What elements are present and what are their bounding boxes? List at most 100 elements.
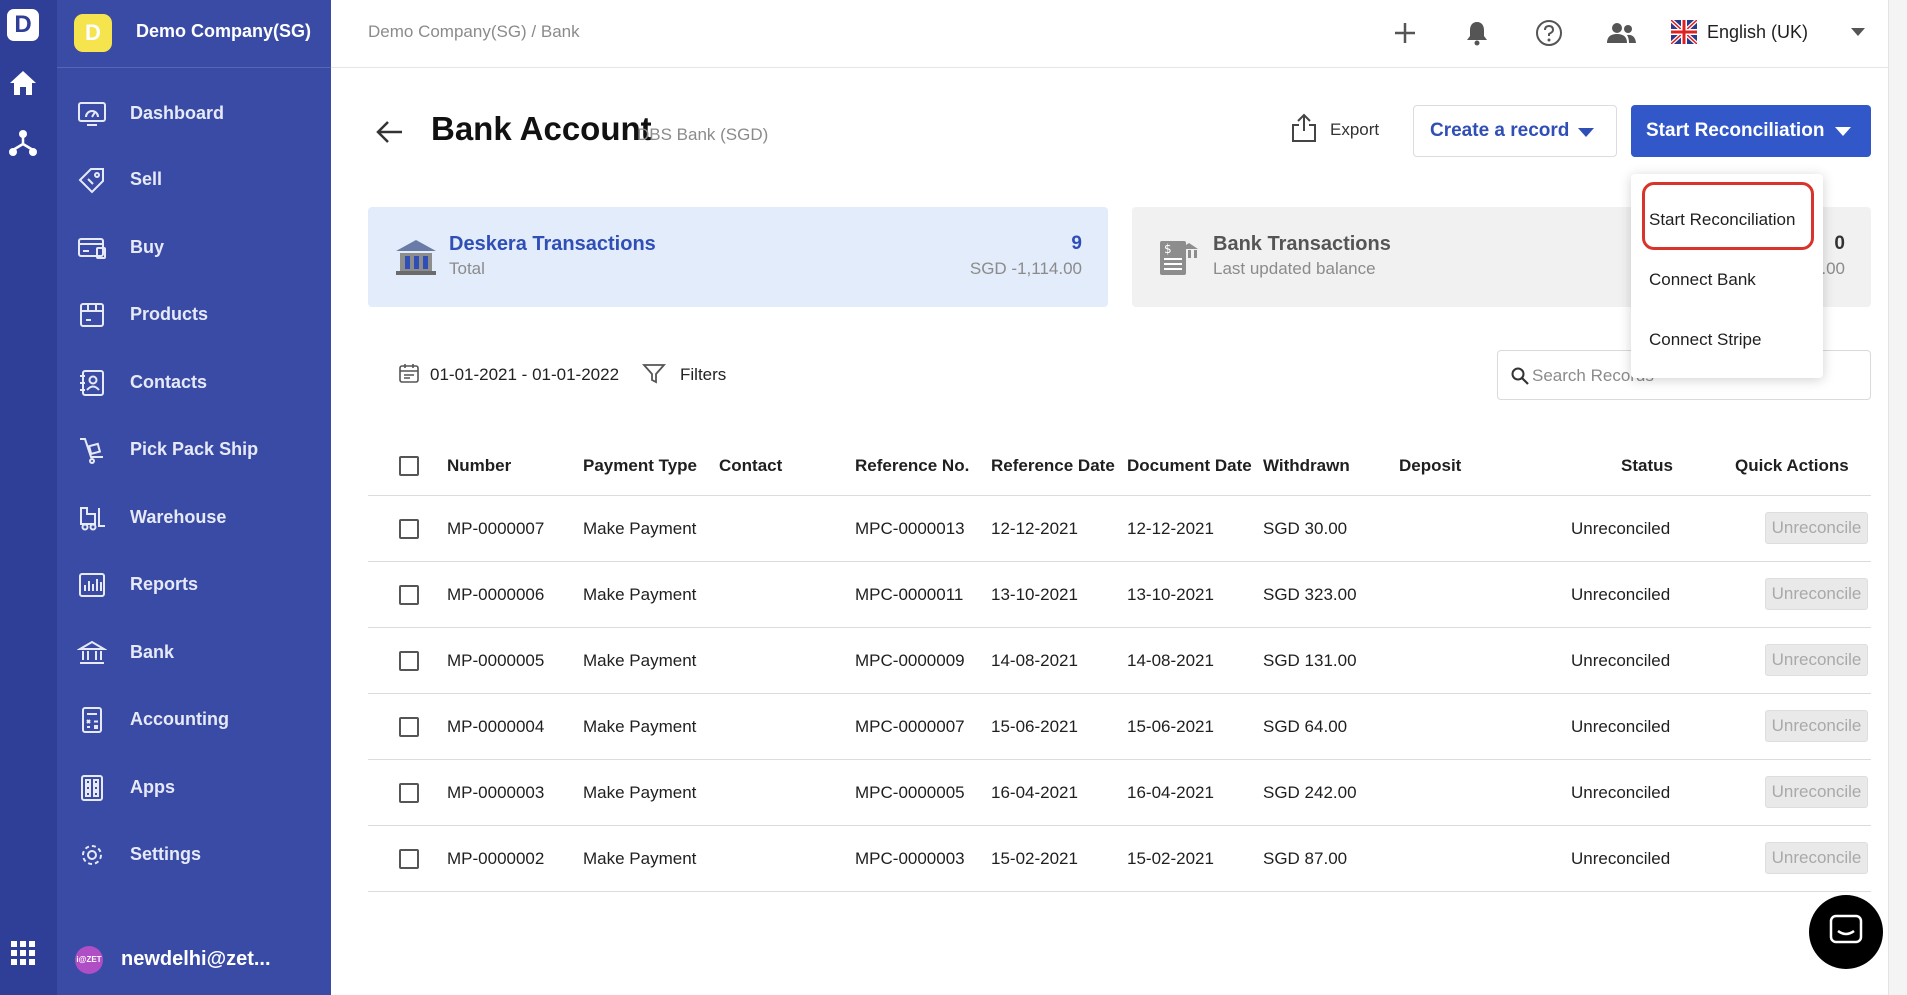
company-switcher[interactable]: D Demo Company(SG) <box>57 0 331 68</box>
unreconcile-button[interactable]: Unreconcile <box>1765 512 1868 544</box>
menu-item-connect-stripe[interactable]: Connect Stripe <box>1649 330 1761 350</box>
unreconcile-button[interactable]: Unreconcile <box>1765 710 1868 742</box>
column-header-withdrawn[interactable]: Withdrawn <box>1263 456 1350 476</box>
sidebar-item-settings[interactable]: Settings <box>57 826 331 882</box>
column-header-reference-no[interactable]: Reference No. <box>855 456 969 476</box>
date-range-picker[interactable]: 01-01-2021 - 01-01-2022 <box>398 362 619 388</box>
cell-status: Unreconciled <box>1571 651 1671 670</box>
row-checkbox[interactable] <box>399 849 419 869</box>
column-header-status[interactable]: Status <box>1621 456 1673 476</box>
sidebar-item-warehouse[interactable]: Warehouse <box>57 489 331 545</box>
user-name: newdelhi@zet... <box>121 948 271 970</box>
deskera-transactions-card[interactable]: Deskera Transactions Total 9 SGD -1,114.… <box>368 207 1108 307</box>
cell-number[interactable]: MP-0000004 <box>447 717 544 737</box>
column-header-payment-type[interactable]: Payment Type <box>583 456 697 476</box>
sell-tag-icon <box>77 165 107 195</box>
cell-payment-type: Make Payment <box>583 717 697 736</box>
dashboard-icon <box>77 99 107 129</box>
menu-item-connect-bank[interactable]: Connect Bank <box>1649 270 1756 290</box>
export-button[interactable]: Export <box>1290 110 1379 150</box>
cell-number[interactable]: MP-0000003 <box>447 783 544 803</box>
app-grid-icon[interactable] <box>6 936 40 970</box>
column-header-document-date[interactable]: Document Date <box>1127 456 1252 476</box>
unreconcile-button[interactable]: Unreconcile <box>1765 578 1868 610</box>
breadcrumb[interactable]: Demo Company(SG) / Bank <box>368 22 580 42</box>
menu-item-start-reconciliation[interactable]: Start Reconciliation <box>1649 210 1795 230</box>
sidebar-item-contacts[interactable]: Contacts <box>57 354 331 410</box>
sidebar-item-reports[interactable]: Reports <box>57 556 331 612</box>
chevron-down-icon <box>1578 128 1594 137</box>
users-icon[interactable] <box>1603 15 1639 51</box>
table-row[interactable]: MP-0000005 Make Payment MPC-0000009 14-0… <box>368 628 1871 694</box>
bank-statement-icon: $ <box>1158 237 1202 277</box>
sidebar-item-bank[interactable]: Bank <box>57 624 331 680</box>
sidebar-item-pick-pack-ship[interactable]: Pick Pack Ship <box>57 421 331 477</box>
add-icon[interactable] <box>1387 15 1423 51</box>
page-scrollbar[interactable] <box>1888 0 1907 995</box>
table-row[interactable]: MP-0000002 Make Payment MPC-0000003 15-0… <box>368 826 1871 892</box>
table-row[interactable]: MP-0000004 Make Payment MPC-0000007 15-0… <box>368 694 1871 760</box>
start-reconciliation-button[interactable]: Start Reconciliation <box>1631 105 1871 157</box>
cell-status: Unreconciled <box>1571 585 1671 604</box>
select-all-checkbox[interactable] <box>399 456 419 476</box>
column-header-deposit[interactable]: Deposit <box>1399 456 1461 476</box>
row-checkbox[interactable] <box>399 585 419 605</box>
filter-funnel-icon <box>641 362 667 389</box>
language-selector[interactable]: English (UK) <box>1669 18 1881 48</box>
sidebar-item-products[interactable]: Products <box>57 286 331 342</box>
cell-withdrawn: SGD 30.00 <box>1263 519 1348 538</box>
cell-number[interactable]: MP-0000007 <box>447 519 544 539</box>
sidebar-item-label: Apps <box>130 776 175 797</box>
chevron-down-icon <box>1835 127 1851 136</box>
unreconcile-button[interactable]: Unreconcile <box>1765 776 1868 808</box>
column-header-reference-date[interactable]: Reference Date <box>991 456 1115 476</box>
org-hierarchy-icon[interactable] <box>6 126 40 160</box>
row-checkbox[interactable] <box>399 519 419 539</box>
user-profile[interactable]: i@ZET newdelhi@zet... <box>57 938 331 978</box>
unreconcile-button[interactable]: Unreconcile <box>1765 644 1868 676</box>
column-header-contact[interactable]: Contact <box>719 456 782 476</box>
cell-number[interactable]: MP-0000006 <box>447 585 544 605</box>
page-subtitle: DBS Bank (SGD) <box>637 125 769 144</box>
table-row[interactable]: MP-0000007 Make Payment MPC-0000013 12-1… <box>368 496 1871 562</box>
notification-bell-icon[interactable] <box>1459 15 1495 51</box>
card-title: Deskera Transactions <box>449 233 656 255</box>
contacts-book-icon <box>77 368 107 398</box>
cell-document-date: 15-02-2021 <box>1127 849 1214 868</box>
filters-button[interactable]: Filters <box>641 362 726 389</box>
sidebar-item-label: Settings <box>130 843 202 864</box>
language-label: English (UK) <box>1707 22 1809 42</box>
sidebar: D Demo Company(SG) Dashboard Sell Buy Pr… <box>57 0 331 995</box>
create-record-button[interactable]: Create a record <box>1413 105 1617 157</box>
sidebar-item-apps[interactable]: Apps <box>57 759 331 815</box>
table-header: Number Payment Type Contact Reference No… <box>368 436 1871 496</box>
table-row[interactable]: MP-0000006 Make Payment MPC-0000011 13-1… <box>368 562 1871 628</box>
row-checkbox[interactable] <box>399 783 419 803</box>
sidebar-item-buy[interactable]: Buy <box>57 219 331 275</box>
row-checkbox[interactable] <box>399 651 419 671</box>
unreconcile-button[interactable]: Unreconcile <box>1765 842 1868 874</box>
back-arrow-icon[interactable] <box>372 114 408 150</box>
reports-chart-icon <box>77 570 107 600</box>
column-header-number[interactable]: Number <box>447 456 511 476</box>
cell-number[interactable]: MP-0000002 <box>447 849 544 869</box>
sidebar-item-label: Warehouse <box>130 506 227 527</box>
chat-launcher-button[interactable] <box>1809 895 1883 969</box>
cell-payment-type: Make Payment <box>583 585 697 604</box>
sidebar-item-accounting[interactable]: Accounting <box>57 691 331 747</box>
deskera-logo[interactable]: D <box>7 9 39 41</box>
cell-status: Unreconciled <box>1571 717 1671 736</box>
avatar: i@ZET <box>75 946 103 974</box>
cell-withdrawn: SGD 87.00 <box>1263 849 1348 868</box>
table-row[interactable]: MP-0000003 Make Payment MPC-0000005 16-0… <box>368 760 1871 826</box>
help-icon[interactable] <box>1531 15 1567 51</box>
card-amount: .00 <box>1821 259 1845 278</box>
home-icon[interactable] <box>6 66 40 100</box>
row-checkbox[interactable] <box>399 717 419 737</box>
uk-flag-icon <box>1669 18 1699 46</box>
sidebar-item-sell[interactable]: Sell <box>57 151 331 207</box>
sidebar-item-dashboard[interactable]: Dashboard <box>57 85 331 141</box>
cell-number[interactable]: MP-0000005 <box>447 651 544 671</box>
cell-reference-date: 15-02-2021 <box>991 849 1078 868</box>
warehouse-forklift-icon <box>77 503 107 533</box>
